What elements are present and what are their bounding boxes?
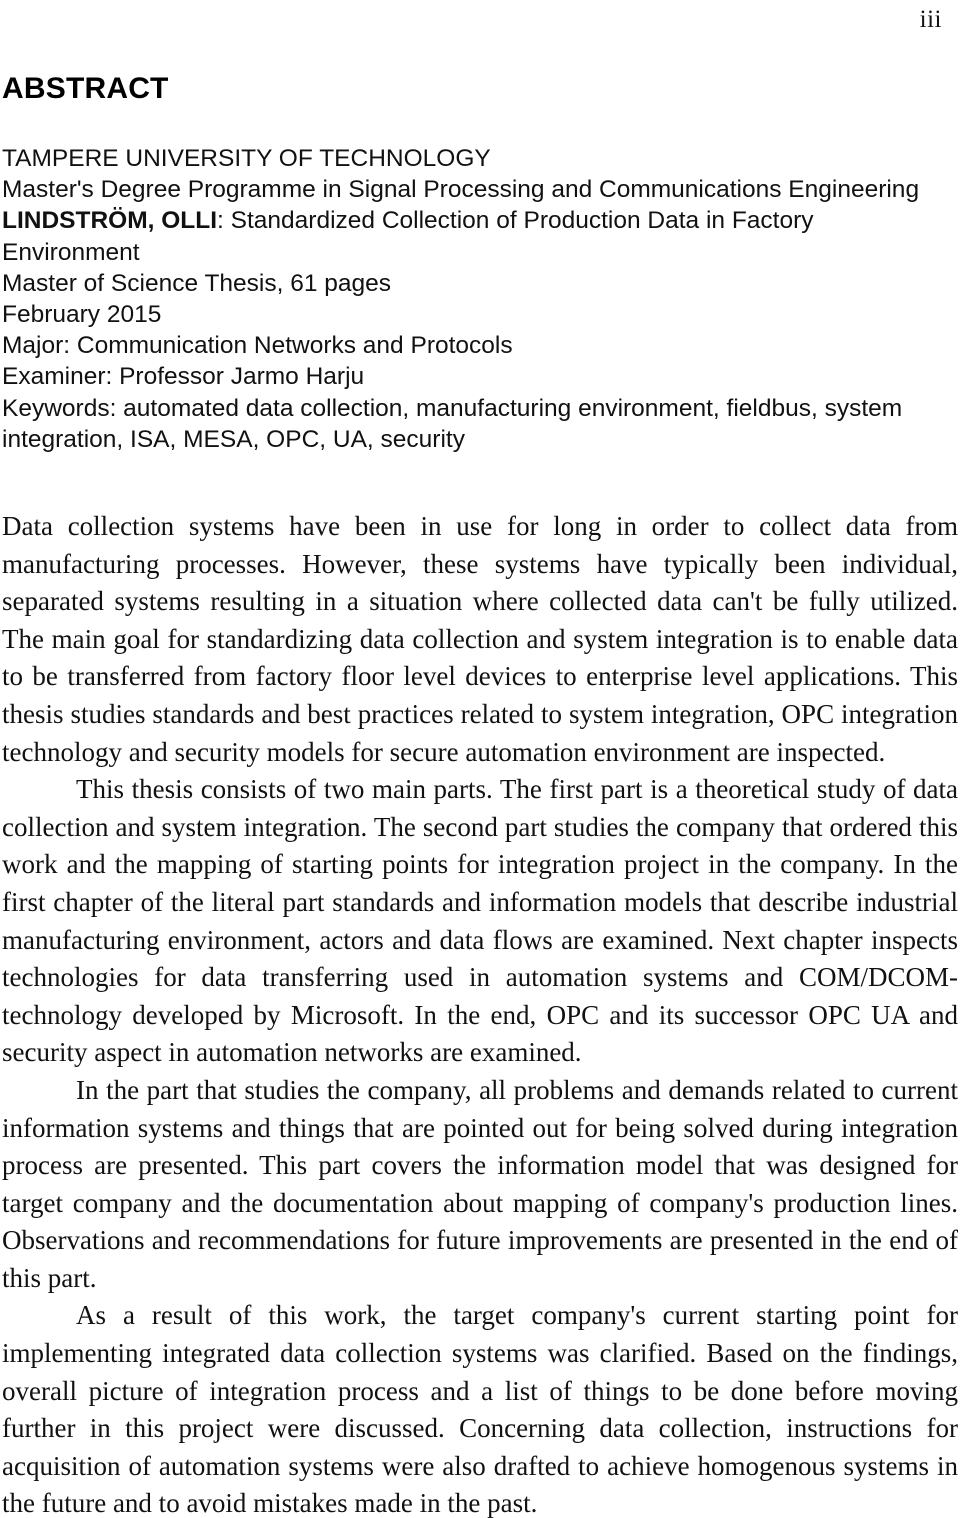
abstract-paragraph: As a result of this work, the target com… bbox=[2, 1300, 958, 1518]
meta-programme: Master's Degree Programme in Signal Proc… bbox=[2, 176, 920, 204]
abstract-paragraph: This thesis consists of two main parts. … bbox=[2, 774, 958, 1068]
abstract-page: iii ABSTRACT TAMPERE UNIVERSITY OF TECHN… bbox=[0, 0, 960, 1518]
meta-examiner: Examiner: Professor Jarmo Harju bbox=[2, 363, 365, 391]
meta-author: LINDSTRÖM, OLLI bbox=[2, 207, 218, 235]
abstract-paragraph: Data collection systems have been in use… bbox=[2, 511, 958, 767]
meta-author-title: LINDSTRÖM, OLLI: Standardized Collection… bbox=[2, 205, 954, 267]
meta-major: Major: Communication Networks and Protoc… bbox=[2, 332, 513, 360]
abstract-paragraph: In the part that studies the company, al… bbox=[2, 1074, 958, 1293]
page-title: ABSTRACT bbox=[2, 72, 169, 105]
thesis-metadata-block: TAMPERE UNIVERSITY OF TECHNOLOGY Master'… bbox=[2, 143, 954, 455]
page-number: iii bbox=[919, 6, 942, 33]
abstract-body: Data collection systems have been in use… bbox=[2, 508, 958, 1518]
meta-date: February 2015 bbox=[2, 301, 162, 329]
meta-keywords: Keywords: automated data collection, man… bbox=[2, 394, 903, 453]
meta-thesis-type: Master of Science Thesis, 61 pages bbox=[2, 269, 392, 297]
meta-university: TAMPERE UNIVERSITY OF TECHNOLOGY bbox=[2, 145, 491, 172]
